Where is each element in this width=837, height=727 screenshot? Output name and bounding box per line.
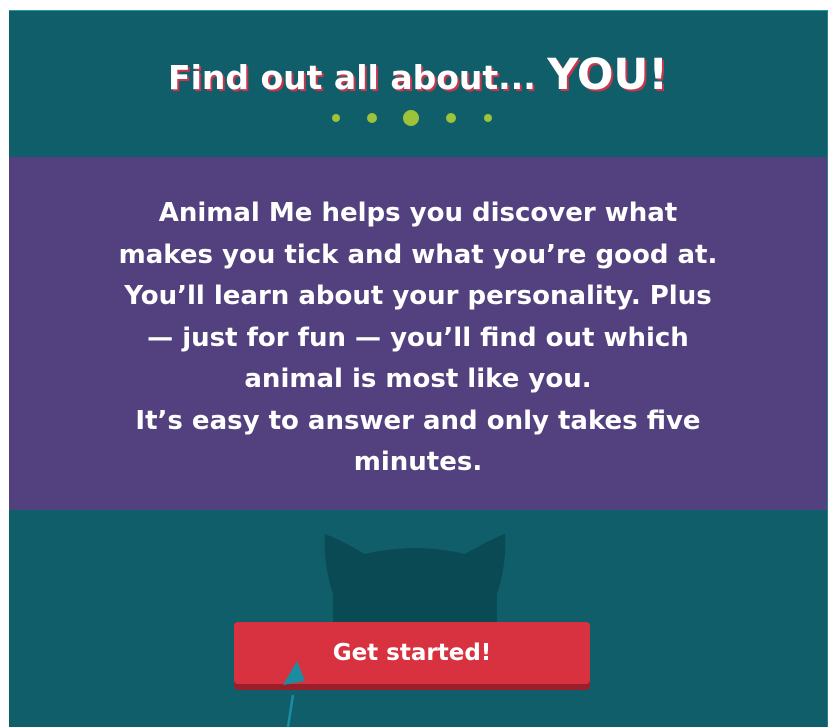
divider-dot xyxy=(367,113,377,123)
banner-scalloped-edge-bottom xyxy=(9,506,827,514)
intro-line: It’s easy to answer and only takes five xyxy=(135,405,701,436)
page-title: Find out all about... YOU! xyxy=(9,50,827,100)
page-title-prefix: Find out all about... xyxy=(168,58,548,98)
banner-scalloped-edge-top xyxy=(9,153,827,161)
divider-dot xyxy=(446,113,456,123)
intro-text: Animal Me helps you discover what makes … xyxy=(49,193,787,484)
landing-page: Find out all about... YOU! Animal Me hel… xyxy=(9,10,827,727)
page-title-emphasis: YOU! xyxy=(547,50,668,101)
window-edge xyxy=(827,10,828,727)
intro-line: minutes. xyxy=(353,447,483,477)
cat-silhouette-icon xyxy=(324,534,506,634)
intro-line: Animal Me helps you discover what xyxy=(158,198,678,228)
intro-line: You’ll learn about your personality. Plu… xyxy=(124,281,712,311)
top-border xyxy=(9,10,827,11)
intro-line: makes you tick and what you’re good at. xyxy=(118,239,718,270)
divider-dot xyxy=(332,114,340,122)
divider-dot-center xyxy=(403,110,419,126)
mouse-cursor-icon xyxy=(283,661,305,727)
dots-divider-icon xyxy=(330,108,500,128)
intro-banner: Animal Me helps you discover what makes … xyxy=(9,153,827,514)
intro-line: — just for fun — you’ll find out which xyxy=(147,322,689,353)
divider-dot xyxy=(484,114,492,122)
intro-line: animal is most like you. xyxy=(244,364,592,394)
